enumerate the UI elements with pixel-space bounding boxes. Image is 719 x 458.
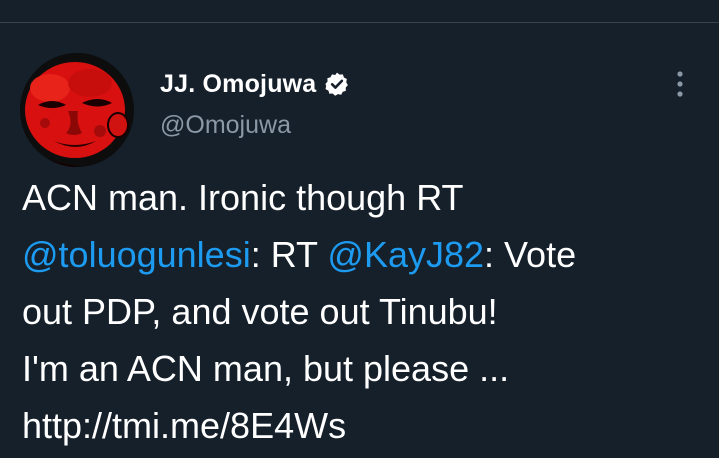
- tweet-text-segment: : Vote: [484, 234, 577, 275]
- author-handle[interactable]: @Omojuwa: [160, 111, 291, 140]
- tweet-text-line: I'm an ACN man, but please ...: [22, 340, 702, 397]
- tweet-text-segment: I'm an ACN man, but please ...: [22, 348, 510, 389]
- author-avatar[interactable]: [20, 53, 134, 167]
- tweet-text-line: out PDP, and vote out Tinubu!: [22, 283, 702, 340]
- tweet-url[interactable]: http://tmi.me/8E4Ws: [22, 405, 346, 446]
- avatar-photo-icon: [20, 53, 134, 167]
- tweet-text: ACN man. Ironic though RT @toluogunlesi:…: [22, 169, 702, 454]
- tweet-text-line: ACN man. Ironic though RT: [22, 169, 702, 226]
- author-header: JJ. Omojuwa: [160, 64, 350, 104]
- tweet-text-line: http://tmi.me/8E4Ws: [22, 397, 702, 454]
- author-name[interactable]: JJ. Omojuwa: [160, 70, 316, 99]
- mention-link[interactable]: @toluogunlesi: [22, 234, 251, 275]
- tweet-card[interactable]: JJ. Omojuwa @Omojuwa ACN man. Ironic tho…: [0, 23, 719, 458]
- mention-link[interactable]: @KayJ82: [327, 234, 484, 275]
- tweet-text-segment: out PDP, and vote out Tinubu!: [22, 291, 498, 332]
- verified-badge-icon: [324, 71, 350, 97]
- tweet-text-segment: : RT: [250, 234, 328, 275]
- tweet-text-line: @toluogunlesi: RT @KayJ82: Vote: [22, 226, 702, 283]
- tweet-text-segment: ACN man. Ironic though RT: [22, 177, 464, 218]
- more-vertical-icon[interactable]: [670, 67, 690, 101]
